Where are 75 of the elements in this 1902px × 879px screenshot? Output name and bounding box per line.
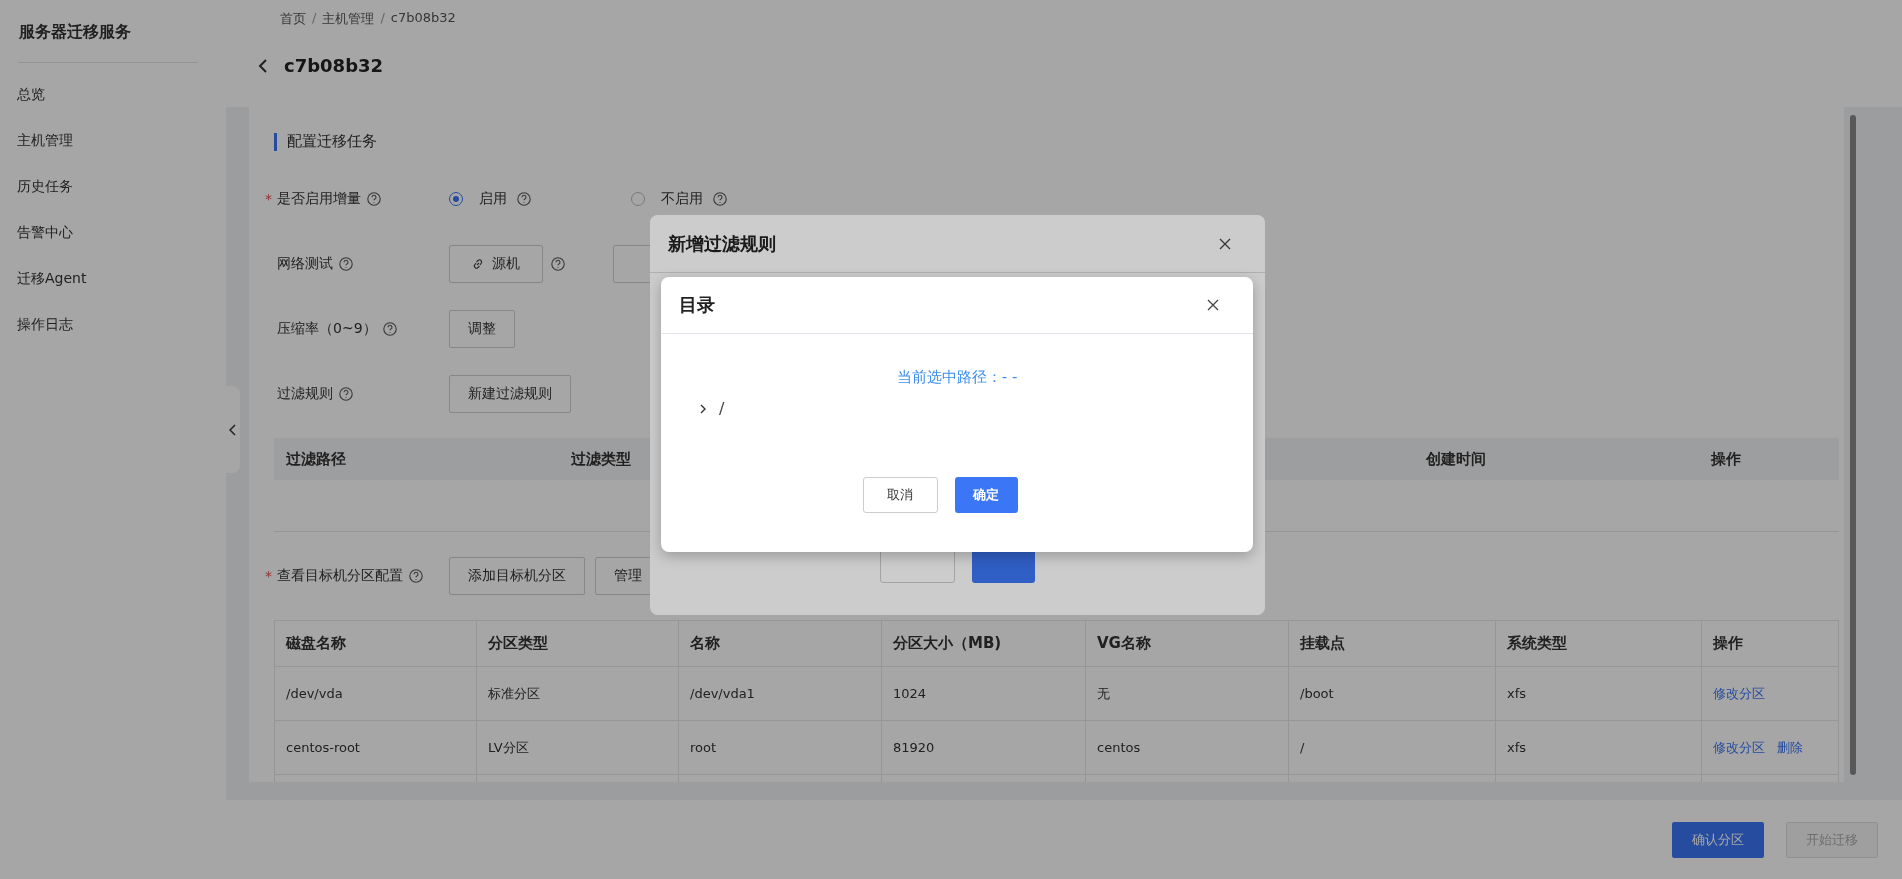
close-icon[interactable]: [1207, 299, 1219, 311]
chevron-right-icon[interactable]: [699, 402, 707, 415]
table-cell: LV分区: [477, 721, 679, 774]
table-cell: xfs: [1496, 721, 1702, 774]
help-icon[interactable]: [367, 191, 381, 206]
sidebar-item[interactable]: 操作日志: [17, 301, 208, 347]
field-label: 压缩率（0~9）: [277, 319, 377, 338]
field-label: 网络测试: [277, 254, 333, 273]
column-header: 挂载点: [1289, 621, 1496, 666]
scrollbar[interactable]: [1850, 115, 1856, 775]
footer-button[interactable]: 确认分区: [1672, 821, 1764, 858]
confirm-button[interactable]: 确定: [954, 477, 1018, 513]
field-label: 是否启用增量: [277, 189, 361, 208]
field-label: 过滤规则: [277, 384, 333, 403]
table-cell: centos-root: [275, 721, 477, 774]
page-title: c7b08b32: [284, 55, 384, 76]
help-icon[interactable]: [382, 321, 397, 336]
column-header: 过滤类型: [570, 449, 632, 469]
field-label: 查看目标机分区配置: [277, 567, 403, 585]
column-header: 磁盘名称: [275, 621, 477, 666]
table-cell: 标准分区: [477, 667, 679, 720]
back-icon[interactable]: [258, 57, 268, 74]
table-cell: 无: [1086, 667, 1289, 720]
column-header: 过滤路径: [285, 449, 347, 469]
table-cell: centos: [1086, 721, 1289, 774]
collapse-handle[interactable]: [226, 386, 240, 473]
chevron-left-icon: [229, 423, 237, 436]
link-icon: [472, 257, 484, 270]
breadcrumb-link[interactable]: 首页: [280, 10, 306, 28]
help-icon[interactable]: [339, 256, 353, 271]
column-header: 分区大小（MB): [882, 621, 1086, 666]
form-button[interactable]: 新建过滤规则: [449, 374, 571, 413]
section-title: 配置迁移任务: [274, 133, 1839, 151]
column-header: 操作: [1712, 633, 1744, 654]
cancel-button[interactable]: 取消: [862, 477, 938, 513]
tree-node[interactable]: /: [719, 399, 725, 418]
column-header: 操作: [1710, 449, 1742, 469]
column-header: 分区类型: [477, 621, 679, 666]
column-header: 系统类型: [1496, 621, 1702, 666]
partition-button[interactable]: 添加目标机分区: [449, 557, 585, 595]
column-header: 创建时间: [1425, 449, 1487, 469]
required-mark: *: [265, 190, 272, 207]
sidebar-item[interactable]: 告警中心: [17, 209, 208, 255]
radio-label: 不启用: [661, 189, 703, 208]
dialog-title: 新增过滤规则: [668, 231, 776, 256]
close-icon[interactable]: [1219, 237, 1231, 250]
breadcrumb-link[interactable]: 主机管理: [322, 10, 375, 28]
column-header: 名称: [679, 621, 882, 666]
breadcrumb-separator: /: [312, 10, 317, 27]
help-icon[interactable]: [409, 569, 423, 583]
source-test-button[interactable]: 源机: [449, 244, 543, 283]
help-icon[interactable]: [551, 256, 565, 271]
sidebar-item[interactable]: 迁移Agent: [17, 255, 208, 301]
table-cell: /: [1289, 721, 1496, 774]
sidebar-item[interactable]: 主机管理: [17, 117, 208, 163]
table-cell: root: [679, 721, 882, 774]
form-button[interactable]: 调整: [449, 309, 515, 348]
table-cell: /dev/vda: [275, 667, 477, 720]
help-icon[interactable]: [339, 386, 353, 401]
breadcrumb-separator: /: [380, 10, 385, 27]
help-icon[interactable]: [713, 191, 727, 206]
table-cell: 81920: [882, 721, 1086, 774]
required-mark: *: [265, 568, 272, 584]
column-header: VG名称: [1086, 621, 1289, 666]
table-cell: xfs: [1496, 667, 1702, 720]
current-path-text: 当前选中路径：- -: [895, 368, 1019, 387]
help-icon[interactable]: [517, 191, 531, 206]
sidebar-title: 服务器迁移服务: [19, 22, 132, 43]
table-cell: 1024: [882, 667, 1086, 720]
radio-label: 启用: [479, 189, 507, 208]
table-cell: /boot: [1289, 667, 1496, 720]
sidebar-item[interactable]: 历史任务: [17, 163, 208, 209]
table-cell: /dev/vda1: [679, 667, 882, 720]
sidebar-item[interactable]: 总览: [17, 71, 208, 117]
dialog-title: 目录: [679, 293, 715, 317]
